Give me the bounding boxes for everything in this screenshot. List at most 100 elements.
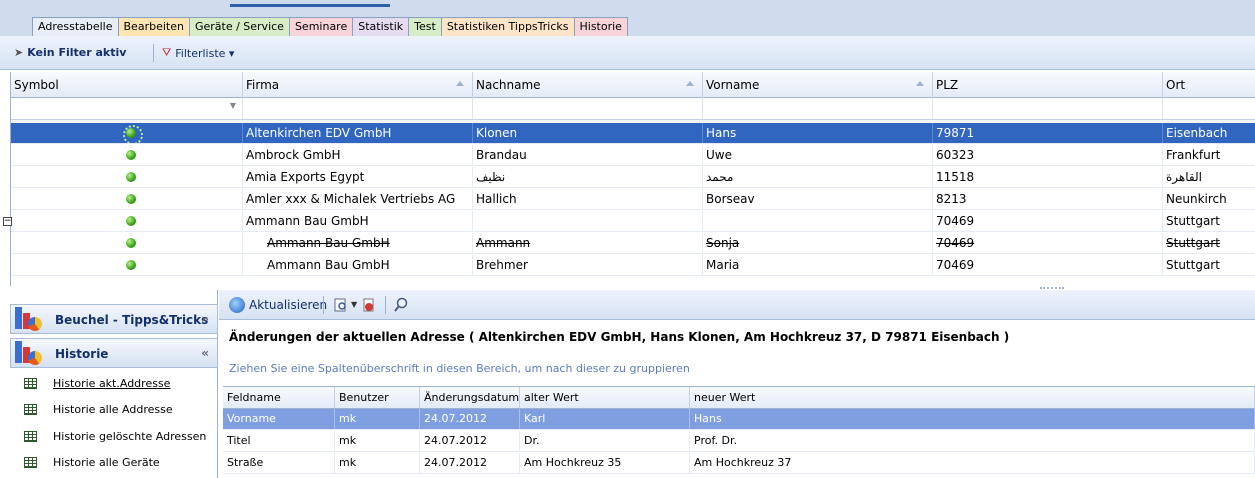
nav-item-historie-alle-addresse[interactable]: Historie alle Addresse [24,398,173,420]
vorname-cell: Maria [703,255,933,275]
refresh-button[interactable]: Aktualisieren [229,297,327,313]
history-toolbar: Aktualisieren ▼ [219,290,1255,320]
history-row[interactable]: Straße mk 24.07.2012 Am Hochkreuz 35 Am … [223,453,1255,474]
column-header-alter-wert[interactable]: alter Wert [520,387,690,408]
filter-list-label: Filterliste ▾ [175,46,235,60]
column-header-nachname[interactable]: Nachname [473,72,703,98]
alter-wert-cell: Dr. [520,431,690,451]
filter-cell-ort[interactable] [1163,98,1255,119]
table-row[interactable]: Ammann Bau GmbH Ammann Sonja 70469 Stutt… [11,233,1255,254]
history-row[interactable]: Vorname mk 24.07.2012 Karl Hans [223,409,1255,430]
symbol-cell: − [3,211,243,231]
ort-cell: Neunkirch [1163,189,1255,209]
collapse-icon[interactable]: − [3,217,12,226]
plz-cell: 79871 [933,123,1163,143]
tab-adresstabelle[interactable]: Adresstabelle [32,17,119,36]
no-filter-label: Kein Filter aktiv [27,46,127,59]
column-header-plz[interactable]: PLZ [933,72,1163,98]
firma-cell: Amia Exports Egypt [243,167,473,187]
column-header-symbol[interactable]: Symbol [11,72,243,98]
column-label: PLZ [936,78,959,92]
neuer-wert-cell: Am Hochkreuz 37 [690,453,1255,473]
neuer-wert-cell: Prof. Dr. [690,431,1255,451]
nav-item-historie-akt-addresse[interactable]: Historie akt.Addresse [24,372,170,394]
sort-asc-icon [686,81,694,86]
table-row[interactable]: Ambrock GmbH Brandau Uwe 60323 Frankfurt [11,145,1255,166]
tab-bearbeiten[interactable]: Bearbeiten [117,17,190,36]
plz-cell: 70469 [933,255,1163,275]
firma-cell: Amler xxx & Michalek Vertriebs AG [243,189,473,209]
sort-asc-icon [916,81,924,86]
column-header-benutzer[interactable]: Benutzer [335,387,420,408]
print-preview-icon[interactable] [333,297,349,313]
filter-cell-plz[interactable] [933,98,1163,119]
datum-cell: 24.07.2012 [420,431,520,451]
nav-item-historie-geloeschte-adressen[interactable]: Historie gelöschte Adressen [24,425,206,447]
table-row[interactable]: Amia Exports Egypt نظيف محمد 11518 القاه… [11,167,1255,188]
column-label: alter Wert [524,391,579,404]
filter-list-button[interactable]: ⛛ Filterliste ▾ [162,46,234,60]
chart-icon [15,341,43,367]
vorname-cell: Borseav [703,189,933,209]
tab-geraete-service[interactable]: Geräte / Service [188,17,290,36]
tab-historie[interactable]: Historie [573,17,628,36]
column-label: Benutzer [339,391,389,404]
toolbar-separator [153,44,154,62]
nav-item-label: Historie gelöschte Adressen [53,429,207,443]
nav-item-historie-alle-geraete[interactable]: Historie alle Geräte [24,451,160,473]
column-header-feldname[interactable]: Feldname [223,387,335,408]
benutzer-cell: mk [335,431,420,451]
ort-cell: القاهرة [1163,167,1255,187]
tab-test[interactable]: Test [408,17,442,36]
filter-cell-vorname[interactable] [703,98,933,119]
column-header-firma[interactable]: Firma [243,72,473,98]
filter-cell-firma[interactable] [243,98,473,119]
neuer-wert-cell: Hans [690,409,1255,429]
search-icon[interactable] [393,297,409,313]
column-label: Feldname [227,391,281,404]
symbol-cell [11,123,243,143]
nav-header-historie[interactable]: Historie « [10,338,218,368]
table-row[interactable]: Ammann Bau GmbH Brehmer Maria 70469 Stut… [11,255,1255,276]
plz-cell: 60323 [933,145,1163,165]
vorname-cell: محمد [703,167,933,187]
vorname-cell: Uwe [703,145,933,165]
column-header-ort[interactable]: Ort [1163,72,1255,98]
filter-toolbar: ➤ Kein Filter aktiv ⛛ Filterliste ▾ [0,36,1255,70]
export-icon[interactable] [361,297,377,313]
ort-cell: Stuttgart [1163,211,1255,231]
symbol-cell [11,167,243,187]
nav-header-tipps-tricks[interactable]: Beuchel - Tipps&Tricks » [10,304,218,334]
splitter-grip[interactable] [1040,287,1064,289]
status-dot-icon [123,125,143,143]
toolbar-separator [323,296,324,314]
expand-icon[interactable]: » [201,312,209,326]
nachname-cell: Hallich [473,189,703,209]
column-header-aenderungsdatum[interactable]: Änderungsdatum [420,387,520,408]
history-row[interactable]: Titel mk 24.07.2012 Dr. Prof. Dr. [223,431,1255,452]
plz-cell: 70469 [933,211,1163,231]
feldname-cell: Vorname [223,409,335,429]
ort-cell: Frankfurt [1163,145,1255,165]
table-row[interactable]: − Ammann Bau GmbH 70469 Stuttgart [3,211,1255,232]
benutzer-cell: mk [335,409,420,429]
table-icon [24,430,37,442]
chevron-down-icon[interactable]: ▼ [230,101,236,110]
no-filter-button[interactable]: ➤ Kein Filter aktiv [14,46,126,59]
nachname-cell: Brandau [473,145,703,165]
filter-cell-nachname[interactable] [473,98,703,119]
column-header-vorname[interactable]: Vorname [703,72,933,98]
nav-item-label: Historie alle Geräte [53,455,160,469]
table-row[interactable]: Amler xxx & Michalek Vertriebs AG Hallic… [11,189,1255,210]
tab-statistiken-tippstricks[interactable]: Statistiken TippsTricks [440,17,575,36]
filter-cell-symbol[interactable]: ▼ [11,98,243,119]
group-by-hint[interactable]: Ziehen Sie eine Spaltenüberschrift in di… [229,362,690,375]
table-icon [24,456,37,468]
table-row[interactable]: Altenkirchen EDV GmbH Klonen Hans 79871 … [11,123,1255,144]
table-icon [24,403,37,415]
collapse-icon[interactable]: « [201,346,209,360]
column-header-neuer-wert[interactable]: neuer Wert [690,387,1255,408]
tab-statistik[interactable]: Statistik [352,17,410,36]
tab-seminare[interactable]: Seminare [288,17,354,36]
ort-cell: Stuttgart [1163,255,1255,275]
